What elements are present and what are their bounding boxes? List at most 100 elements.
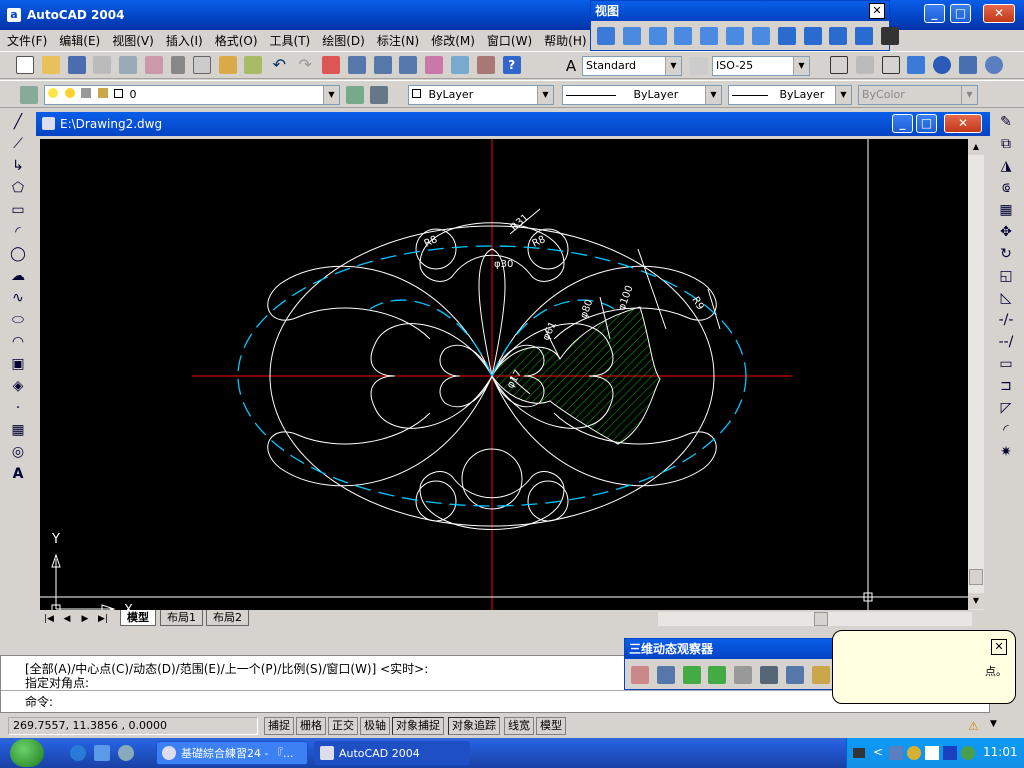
fillet-icon[interactable]: ◜ [995,420,1017,440]
menu-draw[interactable]: 绘图(D) [315,30,370,49]
zoom-realtime-icon[interactable] [347,56,366,74]
top-view-icon[interactable] [622,27,641,45]
zoom-3d-icon[interactable] [656,666,675,684]
quicklaunch-icon[interactable] [94,745,110,761]
next-tab-icon[interactable]: ▶ [78,612,92,626]
designcenter-icon[interactable] [451,56,470,74]
osnap-button[interactable]: 对象捕捉 [392,717,444,735]
swivel-icon[interactable] [734,666,753,684]
scroll-thumb[interactable] [969,569,983,585]
ellipse-arc-icon[interactable]: ◠ [7,332,29,352]
multiline-text-icon[interactable]: A [7,464,29,484]
autocad-app-icon[interactable]: a [7,8,21,22]
warning-icon[interactable]: ⚠ [968,719,979,733]
balloon-close-button[interactable]: ✕ [991,639,1007,655]
last-tab-icon[interactable]: ▶| [96,612,110,626]
right-view-icon[interactable] [700,27,719,45]
first-tab-icon[interactable]: |◀ [42,612,56,626]
security-icon[interactable] [907,746,921,760]
explode-icon[interactable]: ✷ [995,442,1017,462]
nw-iso-icon[interactable] [855,27,874,45]
tab-layout1[interactable]: 布局1 [160,610,203,626]
line-tool-icon[interactable]: ╱ [7,112,29,132]
extend-icon[interactable]: --/ [995,332,1017,352]
copy-icon[interactable] [192,56,211,74]
point-icon[interactable]: · [7,398,29,418]
otrack-button[interactable]: 对象追踪 [448,717,500,735]
make-current-layer-icon[interactable] [346,86,364,104]
erase-icon[interactable]: ✎ [995,112,1017,132]
media-icon[interactable] [943,746,957,760]
tray-expand-icon[interactable]: < [873,745,883,759]
menu-format[interactable]: 格式(O) [208,30,263,49]
cut-icon[interactable] [170,56,185,74]
taskbar-item-document[interactable]: 基礎綜合練習24 - 『... [156,741,308,765]
grid-button[interactable]: 栅格 [296,717,326,735]
insert-block-icon[interactable]: ▣ [7,354,29,374]
camera-icon[interactable] [881,27,900,45]
vertical-scrollbar[interactable]: ▲ ▼ [968,139,984,610]
menu-view[interactable]: 视图(V) [105,30,159,49]
ne-iso-icon[interactable] [829,27,848,45]
bottom-view-icon[interactable] [648,27,667,45]
arc-icon[interactable]: ◜ [7,222,29,242]
circle-icon[interactable]: ◯ [7,244,29,264]
status-menu-icon[interactable]: ▼ [990,719,997,729]
tab-layout2[interactable]: 布局2 [206,610,249,626]
doc-restore-button[interactable]: □ [916,114,937,133]
hscroll-thumb[interactable] [814,612,828,626]
keyboard-icon[interactable] [853,748,865,758]
open-file-icon[interactable] [41,56,60,74]
tool-palettes-icon[interactable] [476,56,495,74]
front-view-icon[interactable] [726,27,745,45]
lineweight-dropdown[interactable]: ByLayer ▼ [728,85,852,105]
scroll-up-icon[interactable]: ▲ [968,139,984,155]
match-properties-icon[interactable] [244,56,263,74]
volume-icon[interactable] [925,746,939,760]
layer-previous-icon[interactable] [370,86,388,104]
update-icon[interactable] [961,746,975,760]
menu-help[interactable]: 帮助(H) [537,30,591,49]
make-block-icon[interactable]: ◈ [7,376,29,396]
print-icon[interactable] [93,56,112,74]
save-icon[interactable] [67,56,86,74]
hatch-icon[interactable]: ▦ [7,420,29,440]
copy-object-icon[interactable]: ⧉ [995,134,1017,154]
revision-cloud-icon[interactable]: ☁ [7,266,29,286]
region-icon[interactable]: ◎ [7,442,29,462]
network-icon[interactable] [889,746,903,760]
menu-modify[interactable]: 修改(M) [424,30,480,49]
pan-realtime-icon[interactable] [321,56,340,74]
back-view-icon[interactable] [751,27,770,45]
scroll-down-icon[interactable]: ▼ [968,593,984,609]
doc-close-button[interactable]: ✕ [944,114,982,133]
trim-icon[interactable]: -/- [995,310,1017,330]
break-icon[interactable]: ▭ [995,354,1017,374]
doc-minimize-button[interactable]: _ [892,114,913,133]
redo-icon[interactable]: ↷ [296,56,314,74]
plot-preview-icon[interactable] [119,56,138,74]
polar-button[interactable]: 极轴 [360,717,390,735]
dim-style-dropdown[interactable]: ISO-25 ▼ [712,56,810,76]
quicklaunch-app-icon[interactable] [118,745,134,761]
drawing-canvas[interactable]: R8 R31 R8 φ30 R9 φ100 φ80 φ61 φ17 Y X [40,139,968,618]
menu-window[interactable]: 窗口(W) [480,30,537,49]
help-icon[interactable]: ? [502,56,521,74]
undo-icon[interactable]: ↶ [270,56,288,74]
array-icon[interactable]: ▦ [995,200,1017,220]
zoom-previous-icon[interactable] [399,56,418,74]
se-iso-icon[interactable] [803,27,822,45]
polygon-icon[interactable]: ⬠ [7,178,29,198]
view-panel-close-button[interactable]: ✕ [869,3,885,19]
chamfer-icon[interactable]: ◸ [995,398,1017,418]
spline-icon[interactable]: ∿ [7,288,29,308]
rotate-icon[interactable]: ↻ [995,244,1017,264]
clock[interactable]: 11:01 [983,745,1018,759]
adjust-distance-icon[interactable] [760,666,779,684]
new-file-icon[interactable] [16,56,34,74]
orbit-icon[interactable] [682,666,701,684]
mirror-icon[interactable]: ◮ [995,156,1017,176]
polyline-icon[interactable]: ↳ [7,156,29,176]
rectangle-icon[interactable]: ▭ [7,200,29,220]
text-style-dropdown[interactable]: Standard ▼ [582,56,682,76]
